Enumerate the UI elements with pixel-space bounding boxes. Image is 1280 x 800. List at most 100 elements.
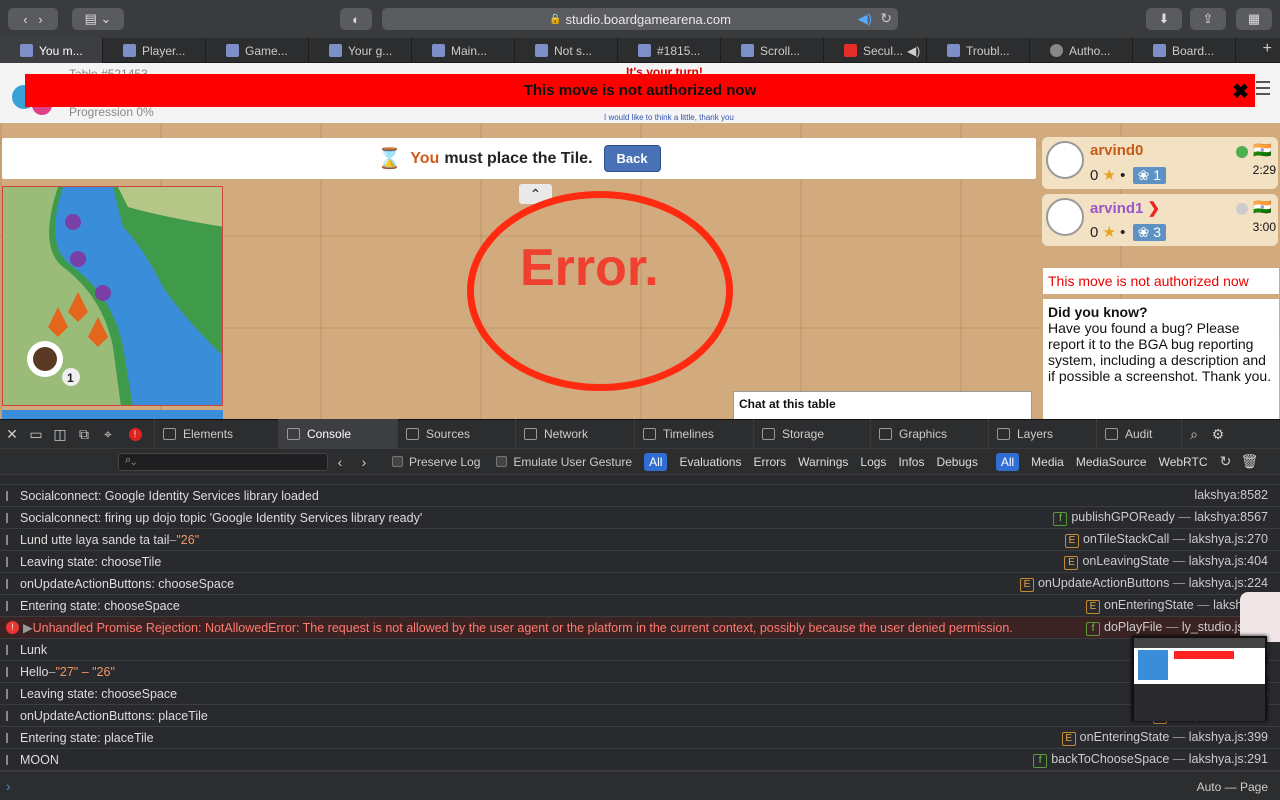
devtools-tab-elements[interactable]: Elements xyxy=(154,419,279,449)
source-mediasource[interactable]: MediaSource xyxy=(1076,455,1147,469)
console-row[interactable]: MOON f backToChooseSpace — lakshya.js:291 xyxy=(0,749,1280,771)
close-icon[interactable]: ✕ xyxy=(0,426,24,443)
player-name[interactable]: arvind0 xyxy=(1090,142,1143,159)
screenshot-thumbnail[interactable] xyxy=(1132,636,1267,721)
chat-window[interactable]: Chat at this table xyxy=(733,391,1032,419)
devtools-tab-layers[interactable]: Layers xyxy=(989,419,1097,449)
devtools-tab-network[interactable]: Network xyxy=(516,419,635,449)
refresh-icon[interactable]: ↻ xyxy=(1213,453,1237,470)
browser-tab[interactable]: Autho... xyxy=(1030,38,1133,63)
reload-icon[interactable]: ↻ xyxy=(880,10,892,27)
browser-tab[interactable]: Not s... xyxy=(515,38,618,63)
sidebar-button[interactable]: ▤ ⌄ xyxy=(72,8,124,30)
downloads-icon[interactable]: ⬇ xyxy=(1146,8,1182,30)
devtools-tabbar: ✕ ▭ ◫ ⧉ ⌖ ! Elements Console Sources Net… xyxy=(0,419,1280,449)
expand-icon[interactable]: ▶ xyxy=(23,620,33,635)
console-source[interactable]: EonLeavingState — lakshya.js:404 xyxy=(1064,554,1268,570)
browser-tab[interactable]: Board... xyxy=(1133,38,1236,63)
prev-icon[interactable]: ‹ xyxy=(328,454,352,470)
preserve-log-checkbox[interactable]: Preserve Log xyxy=(392,455,480,469)
console-source[interactable]: EonTileStackCall — lakshya.js:270 xyxy=(1064,532,1268,548)
devtools-tab-storage[interactable]: Storage xyxy=(754,419,871,449)
console-row[interactable]: Lund utte laya sande ta tail – "26" EonTi… xyxy=(0,529,1280,551)
console-row[interactable]: Leaving state: chooseSpaceEonLeavin xyxy=(0,683,1280,705)
console-row[interactable]: Socialconnect: firing up dojo topic 'Goo… xyxy=(0,507,1280,529)
trash-icon[interactable]: 🗑 xyxy=(1237,453,1261,470)
browser-tab[interactable]: #1815... xyxy=(618,38,721,63)
browser-tab[interactable]: Troubl... xyxy=(927,38,1030,63)
back-forward-buttons[interactable]: ‹ › xyxy=(8,8,58,30)
tab-label: Not s... xyxy=(554,43,593,58)
browser-tab[interactable]: Scroll... xyxy=(721,38,824,63)
console-source[interactable]: f publishGPOReady — lakshya:8567 xyxy=(1053,510,1268,526)
filter-warnings[interactable]: Warnings xyxy=(798,455,848,469)
console-row[interactable]: onUpdateActionButtons: placeTileEonUpdat… xyxy=(0,705,1280,727)
browser-tab[interactable]: Main... xyxy=(412,38,515,63)
speaker-icon[interactable]: ◀) xyxy=(907,44,920,58)
next-icon[interactable]: › xyxy=(352,454,376,470)
console-string: "27" – "26" xyxy=(55,664,115,679)
console-row[interactable]: Leaving state: chooseTile EonLeavingState… xyxy=(0,551,1280,573)
browser-tab[interactable]: Player... xyxy=(103,38,206,63)
privacy-shield-icon[interactable]: ◐ xyxy=(340,8,372,30)
console-source[interactable]: EonEnteringState — lakshya.js:399 xyxy=(1061,730,1268,746)
error-icon[interactable]: ! xyxy=(128,427,142,441)
source-media[interactable]: Media xyxy=(1031,455,1064,469)
console-row[interactable]: ! ▶ Unhandled Promise Rejection: NotAllow… xyxy=(0,617,1280,639)
undock-icon[interactable]: ⧉ xyxy=(72,426,96,443)
devtools-tab-sources[interactable]: Sources xyxy=(398,419,516,449)
console-row[interactable]: Entering state: chooseSpace EonEnteringSt… xyxy=(0,595,1280,617)
filter-all[interactable]: All xyxy=(644,452,668,471)
devtools-tab-audit[interactable]: Audit xyxy=(1097,419,1182,449)
console-row[interactable]: Entering state: placeTile EonEnteringStat… xyxy=(0,727,1280,749)
new-tab-icon[interactable]: + xyxy=(1263,40,1272,58)
log-icon xyxy=(6,534,14,545)
devtools-tab-timelines[interactable]: Timelines xyxy=(635,419,754,449)
console-source[interactable]: f backToChooseSpace — lakshya.js:291 xyxy=(1033,752,1268,768)
console-row[interactable]: Socialconnect: Google Identity Services … xyxy=(0,485,1280,507)
execution-context-select[interactable]: Auto — Page xyxy=(1197,780,1268,794)
gear-icon[interactable]: ⚙ xyxy=(1206,426,1230,443)
console-source[interactable]: EonUpdateActionButtons — lakshya.js:224 xyxy=(1019,576,1268,592)
browser-tab[interactable]: You m... xyxy=(0,38,103,63)
tab-overview-icon[interactable]: ▦ xyxy=(1236,8,1272,30)
filter-errors[interactable]: Errors xyxy=(753,455,786,469)
dock-bottom-icon[interactable]: ▭ xyxy=(24,426,48,443)
devtools-tab-graphics[interactable]: Graphics xyxy=(871,419,989,449)
console-search-input[interactable]: ⌕⌄ xyxy=(118,452,328,471)
laurel-badge: ❀ 1 xyxy=(1132,167,1166,184)
filter-logs[interactable]: Logs xyxy=(860,455,886,469)
player-score: 0 ★ • ❀ 1 xyxy=(1090,166,1166,184)
menu-icon[interactable] xyxy=(1256,81,1270,95)
console-prompt[interactable]: › Auto — Page xyxy=(0,771,1280,800)
filter-evaluations[interactable]: Evaluations xyxy=(679,455,741,469)
player-name[interactable]: arvind1 ❯ xyxy=(1090,199,1160,217)
back-button[interactable]: Back xyxy=(603,145,661,172)
status-text: must place the Tile. xyxy=(444,149,593,167)
back-icon[interactable]: ‹ xyxy=(23,12,27,27)
game-tile[interactable]: 1 xyxy=(2,186,223,406)
console-row[interactable]: Hello – "27" – "26"EonPl xyxy=(0,661,1280,683)
share-icon[interactable]: ⇪ xyxy=(1190,8,1226,30)
inspect-icon[interactable]: ⌖ xyxy=(96,426,120,443)
error-banner-text: This move is not authorized now xyxy=(523,82,757,99)
filter-debugs[interactable]: Debugs xyxy=(936,455,977,469)
browser-tab[interactable]: Game... xyxy=(206,38,309,63)
close-icon[interactable]: ✖ xyxy=(1232,79,1249,104)
devtools-tab-console[interactable]: Console xyxy=(279,419,398,449)
forward-icon[interactable]: › xyxy=(38,12,42,27)
console-row[interactable]: LunkEonPl xyxy=(0,639,1280,661)
dock-side-icon[interactable]: ◫ xyxy=(48,426,72,443)
source-all[interactable]: All xyxy=(995,452,1020,471)
search-icon[interactable]: ⌕ xyxy=(1182,426,1206,443)
console-row[interactable]: onUpdateActionButtons: chooseSpace EonUpd… xyxy=(0,573,1280,595)
speaker-icon[interactable]: ◀) xyxy=(858,11,872,27)
think-link[interactable]: I would like to think a little, thank yo… xyxy=(604,113,734,122)
browser-tab[interactable]: Secul... ◀) xyxy=(824,38,927,63)
filter-infos[interactable]: Infos xyxy=(898,455,924,469)
emulate-gesture-checkbox[interactable]: Emulate User Gesture xyxy=(496,455,632,469)
address-bar[interactable]: 🔒 studio.boardgamearena.com ◀) ↻ xyxy=(382,8,898,30)
source-webrtc[interactable]: WebRTC xyxy=(1159,455,1208,469)
console-source[interactable]: lakshya:8582 xyxy=(1194,488,1268,502)
browser-tab[interactable]: Your g... xyxy=(309,38,412,63)
